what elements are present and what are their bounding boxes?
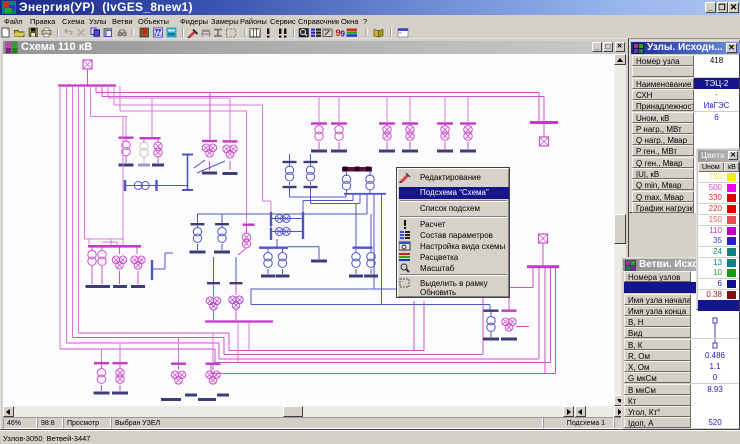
svg-text:W: W [155, 28, 163, 37]
